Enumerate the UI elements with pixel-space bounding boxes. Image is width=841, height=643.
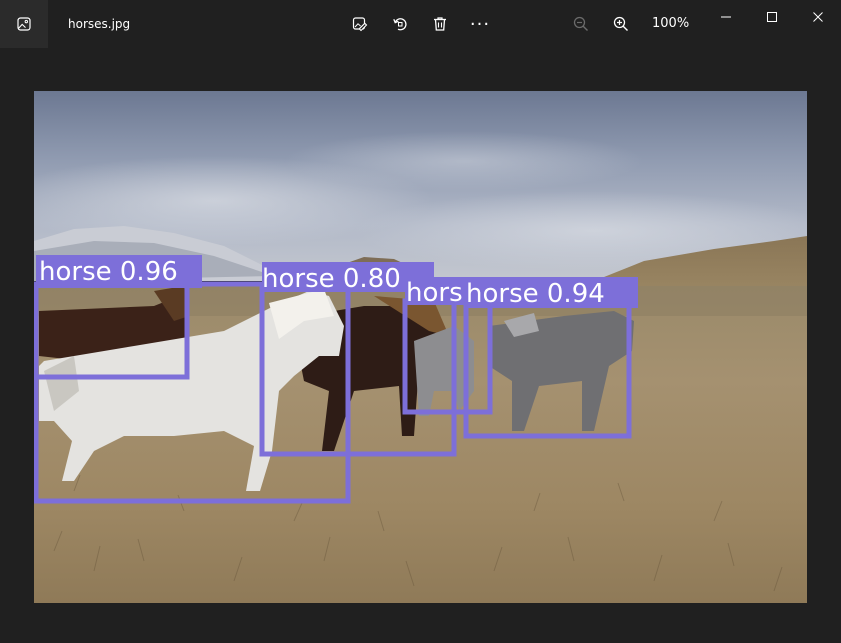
minimize-button[interactable] xyxy=(703,0,749,34)
edit-image-button[interactable] xyxy=(346,10,374,38)
zoom-in-button[interactable] xyxy=(607,10,635,38)
rotate-icon xyxy=(393,18,407,31)
edit-image-icon xyxy=(352,17,368,32)
photos-window: horses.jpg ··· 100% horse 0.96 horse 0.8… xyxy=(0,0,841,643)
minimize-icon xyxy=(721,16,731,18)
maximize-button[interactable] xyxy=(749,0,795,34)
trash-icon xyxy=(434,17,446,31)
file-name: horses.jpg xyxy=(68,17,131,31)
zoom-level: 100% xyxy=(652,16,690,31)
delete-button[interactable] xyxy=(426,10,454,38)
zoom-out-button[interactable] xyxy=(567,10,595,38)
detection-label-1: horse 0.96 xyxy=(39,257,178,287)
maximize-icon xyxy=(767,12,777,22)
detection-label-4: horse 0.94 xyxy=(466,279,605,309)
zoom-out-icon xyxy=(573,16,588,31)
app-icon-button[interactable] xyxy=(0,0,48,48)
rotate-button[interactable] xyxy=(386,10,414,38)
close-icon xyxy=(813,12,823,22)
more-button[interactable]: ··· xyxy=(466,10,494,38)
more-icon: ··· xyxy=(469,13,491,35)
photo-canvas: horse 0.96 horse 0.80 hors horse 0.94 xyxy=(34,91,807,603)
detection-label-3: hors xyxy=(406,278,463,308)
detection-label-2: horse 0.80 xyxy=(262,264,401,294)
zoom-in-icon xyxy=(613,16,628,31)
close-button[interactable] xyxy=(795,0,841,34)
gallery-icon xyxy=(17,17,31,31)
image-viewer[interactable]: horse 0.96 horse 0.80 hors horse 0.94 xyxy=(34,91,807,603)
title-bar: horses.jpg ··· 100% xyxy=(0,0,841,48)
